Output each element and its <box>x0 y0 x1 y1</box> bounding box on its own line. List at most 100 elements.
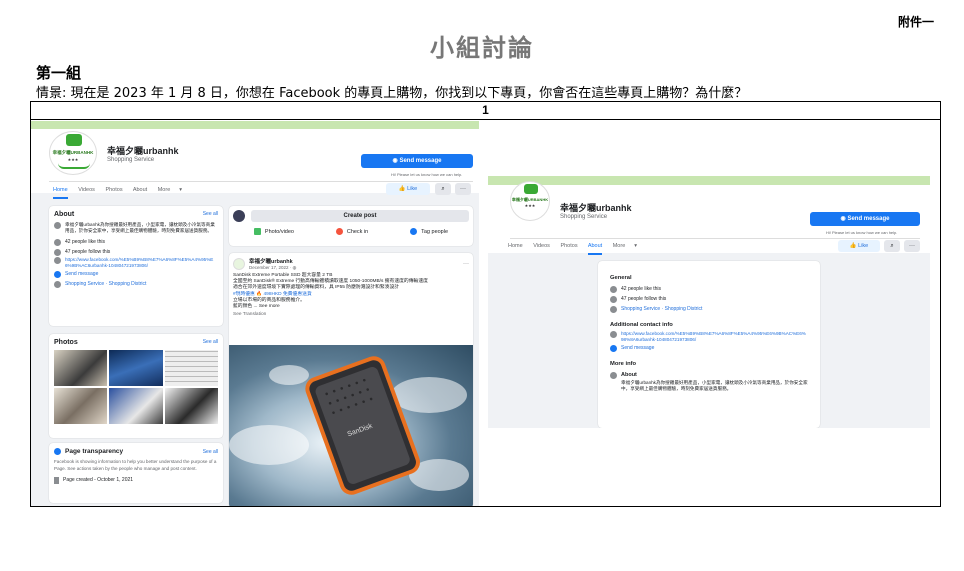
post-author-avatar <box>233 258 245 270</box>
thumbs-up-icon: 👍 <box>398 186 406 192</box>
tag-people-icon <box>410 228 418 235</box>
post-date[interactable]: December 17, 2022 · <box>249 265 293 270</box>
ellipsis-icon: ··· <box>909 243 915 249</box>
post-image[interactable]: SanDisk <box>229 345 473 506</box>
see-all-photos-link[interactable]: See all <box>203 339 218 346</box>
group-heading: 第一組 <box>36 64 82 82</box>
about-panel: General 42 people like this 47 people fo… <box>598 261 820 428</box>
more-options-button[interactable]: ··· <box>455 183 471 195</box>
thumbs-up-icon <box>54 238 61 246</box>
page-url-link[interactable]: https://www.facebook.com/%E5%B9%B8%E7%A6… <box>65 257 218 269</box>
photo-thumb[interactable] <box>164 388 218 424</box>
tab-videos[interactable]: Videos <box>78 187 95 193</box>
photo-video-button[interactable]: Photo/video <box>253 228 294 235</box>
facebook-icon <box>54 448 61 455</box>
globe-icon <box>54 257 61 264</box>
tag-icon <box>54 280 61 288</box>
tab-photos[interactable]: Photos <box>560 243 577 249</box>
tab-about[interactable]: About <box>133 187 147 193</box>
avatar <box>233 210 245 222</box>
about-label: About <box>621 372 637 378</box>
like-button[interactable]: 👍 Like <box>838 240 880 252</box>
post-options-icon[interactable]: ··· <box>463 261 469 267</box>
photo-icon <box>253 228 261 235</box>
search-icon: ⌕ <box>890 243 894 249</box>
photos-card: Photos See all <box>49 334 223 438</box>
like-label: Like <box>407 186 418 192</box>
more-options-button[interactable]: ··· <box>904 240 920 252</box>
category-link[interactable]: Shopping Service · Shopping District <box>621 306 702 312</box>
tag-people-button[interactable]: Tag people <box>410 228 448 235</box>
search-button[interactable]: ⌕ <box>435 183 451 195</box>
send-message-hint: Hi! Please let us know how we can help. <box>391 172 463 177</box>
photo-thumb[interactable] <box>54 388 108 424</box>
post-author[interactable]: 幸福夕曬urbanhk <box>249 257 296 265</box>
page-created: Page created - October 1, 2021 <box>63 477 134 484</box>
send-message-hint: Hi! Please let us know how we can help. <box>826 230 898 235</box>
cover-photo <box>488 176 930 185</box>
like-button[interactable]: 👍 Like <box>386 183 430 195</box>
tab-more[interactable]: More <box>613 243 626 249</box>
photo-thumb[interactable] <box>109 350 163 386</box>
page-tabs: Home Videos Photos About More ▾ <box>508 243 646 255</box>
general-title: General <box>610 275 632 281</box>
post-card: 幸福夕曬urbanhk December 17, 2022 · ◍ ··· Sa… <box>229 253 473 506</box>
tag-people-label: Tag people <box>421 228 449 235</box>
check-in-button[interactable]: Check in <box>335 228 369 235</box>
ssd-product-illustration <box>229 356 469 495</box>
tag-icon <box>610 305 617 313</box>
check-in-label: Check in <box>346 228 369 235</box>
cover-photo <box>31 121 479 129</box>
photo-video-label: Photo/video <box>264 228 294 235</box>
screenshot-frame: 1 幸福夕曬URBANHK ★★★ 幸福夕曬urbanhk Shopping S… <box>30 101 941 507</box>
likes-count: 42 people like this <box>621 286 662 292</box>
create-post-button[interactable]: Create post <box>251 210 469 222</box>
messenger-icon <box>610 344 617 352</box>
logo-text: 幸福夕曬URBANHK <box>52 150 94 155</box>
send-message-button[interactable]: ◉ Send message <box>361 154 473 168</box>
scenario-text: 情景: 現在是 2023 年 1 月 8 日，你想在 Facebook 的專頁上… <box>36 86 748 101</box>
transparency-title: Page transparency <box>65 448 124 456</box>
create-post-card: Create post Photo/video Check in Tag peo… <box>229 206 473 246</box>
info-icon <box>54 222 61 229</box>
category-link[interactable]: Shopping Service · Shopping District <box>65 281 146 287</box>
tab-photos[interactable]: Photos <box>105 187 122 193</box>
tab-home[interactable]: Home <box>508 243 523 249</box>
like-label: Like <box>858 243 869 249</box>
tab-about[interactable]: About <box>587 243 603 255</box>
page-category: Shopping Service <box>107 157 155 163</box>
thumbs-up-icon <box>610 285 617 293</box>
send-message-link[interactable]: Send message <box>621 345 654 351</box>
tab-videos[interactable]: Videos <box>533 243 550 249</box>
send-message-label: Send message <box>847 216 890 222</box>
chevron-down-icon: ▾ <box>634 243 638 249</box>
post-see-more[interactable]: 藍的顏色 ... See more <box>233 304 469 310</box>
photo-thumb[interactable] <box>109 388 163 424</box>
page-url-link[interactable]: https://www.facebook.com/%E5%B9%B8%E7%A6… <box>621 331 808 343</box>
follows-count: 47 people follow this <box>65 249 111 255</box>
see-all-about-link[interactable]: See all <box>203 211 218 218</box>
send-message-label: Send message <box>399 158 442 164</box>
about-description: 幸福夕曬urbanhk為你搜羅最好用產品，小型家電，讓枕頭及小冷氣等商業用品，於… <box>621 380 808 391</box>
page-logo: 幸福夕曬URBANHK ★★★ <box>49 131 97 175</box>
info-icon <box>610 371 617 379</box>
send-message-button[interactable]: ◉ Send message <box>810 212 920 226</box>
about-description: 幸福夕曬urbanhk為你搜羅最好用產品，小型家電，讓枕頭及小冷氣等商業用品，於… <box>65 222 215 233</box>
flag-icon <box>54 476 59 484</box>
frame-number: 1 <box>31 102 940 120</box>
about-card: About See all 幸福夕曬urbanhk為你搜羅最好用產品，小型家電，… <box>49 206 223 326</box>
follow-icon <box>54 248 61 256</box>
photos-card-title: Photos <box>54 339 78 346</box>
send-message-link[interactable]: Send message <box>65 271 98 277</box>
page-name[interactable]: 幸福夕曬urbanhk <box>560 201 632 214</box>
search-button[interactable]: ⌕ <box>884 240 900 252</box>
photo-thumb[interactable] <box>54 350 108 386</box>
photo-thumb[interactable] <box>164 350 218 386</box>
see-translation-link[interactable]: See Translation <box>233 312 469 318</box>
see-all-transparency-link[interactable]: See all <box>203 449 218 455</box>
tab-home[interactable]: Home <box>53 187 68 199</box>
follows-count: 47 people follow this <box>621 296 667 302</box>
page-name[interactable]: 幸福夕曬urbanhk <box>107 144 179 157</box>
tab-more[interactable]: More <box>158 187 171 193</box>
page-logo: 幸福夕曬URBANHK ★★★ <box>510 181 550 221</box>
